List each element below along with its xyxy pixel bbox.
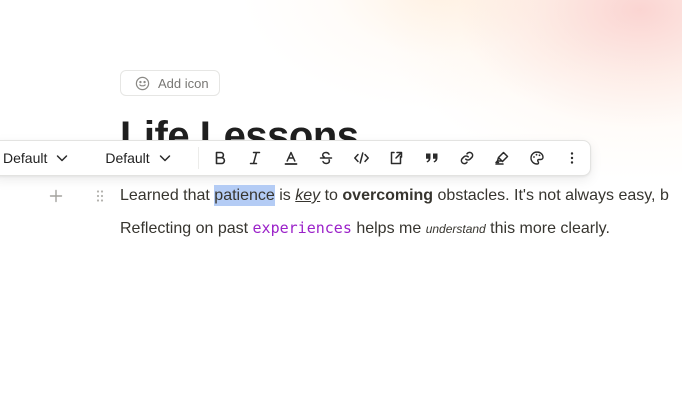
add-icon-button[interactable]: Add icon [120, 70, 220, 96]
inline-code-text: experiences [252, 219, 352, 237]
font-select[interactable]: Default [79, 141, 187, 175]
selected-text: patience [214, 185, 275, 206]
strikethrough-button[interactable] [308, 143, 343, 173]
text-run: to [320, 187, 343, 204]
text-color-button[interactable] [273, 143, 308, 173]
bold-text: overcoming [342, 187, 434, 204]
formatting-toolbar: Default Default [0, 140, 591, 176]
bold-button[interactable] [203, 143, 238, 173]
more-options-button[interactable] [555, 143, 590, 173]
drag-handle-icon [96, 190, 104, 202]
text-run: Learned that [120, 187, 215, 204]
italic-button[interactable] [238, 143, 273, 173]
code-button[interactable] [343, 143, 378, 173]
strikethrough-icon [319, 151, 333, 165]
text-run: helps me [351, 220, 426, 237]
link-button[interactable] [449, 143, 484, 173]
text-run: Reflecting on past [120, 220, 253, 237]
plus-icon [49, 189, 63, 203]
smiley-icon [135, 76, 150, 90]
link-icon [460, 151, 474, 165]
block-controls [46, 186, 110, 206]
font-value: Default [105, 150, 150, 166]
turn-into-button[interactable] [379, 143, 414, 173]
more-vertical-icon [571, 152, 574, 164]
color-button[interactable] [520, 143, 555, 173]
block-type-value: Default [3, 150, 48, 166]
paragraph-block[interactable]: Learned that patience is key to overcomi… [120, 183, 669, 209]
highlight-button[interactable] [484, 143, 519, 173]
bold-icon [215, 151, 226, 165]
text-color-icon [284, 151, 297, 165]
palette-icon [530, 151, 544, 165]
page-link-icon [391, 151, 403, 165]
quote-icon [425, 153, 438, 163]
quote-button[interactable] [414, 143, 449, 173]
highlighter-icon [494, 151, 508, 165]
text-run: obstacles. It's not always easy, b [433, 187, 669, 204]
chevron-down-icon [159, 155, 170, 162]
drag-handle[interactable] [90, 186, 110, 206]
text-run: is [274, 187, 296, 204]
text-run: this more clearly. [485, 220, 610, 237]
chevron-down-icon [57, 155, 68, 162]
toolbar-divider [197, 147, 199, 169]
small-italic-text: understand [425, 222, 486, 236]
add-icon-label: Add icon [158, 75, 209, 91]
italic-underline-text: key [295, 187, 321, 204]
italic-icon [250, 151, 261, 165]
code-icon [353, 152, 369, 164]
add-block-button[interactable] [46, 186, 66, 206]
paragraph-block[interactable]: Reflecting on past experiences helps me … [120, 215, 610, 242]
block-type-select[interactable]: Default [0, 141, 79, 175]
